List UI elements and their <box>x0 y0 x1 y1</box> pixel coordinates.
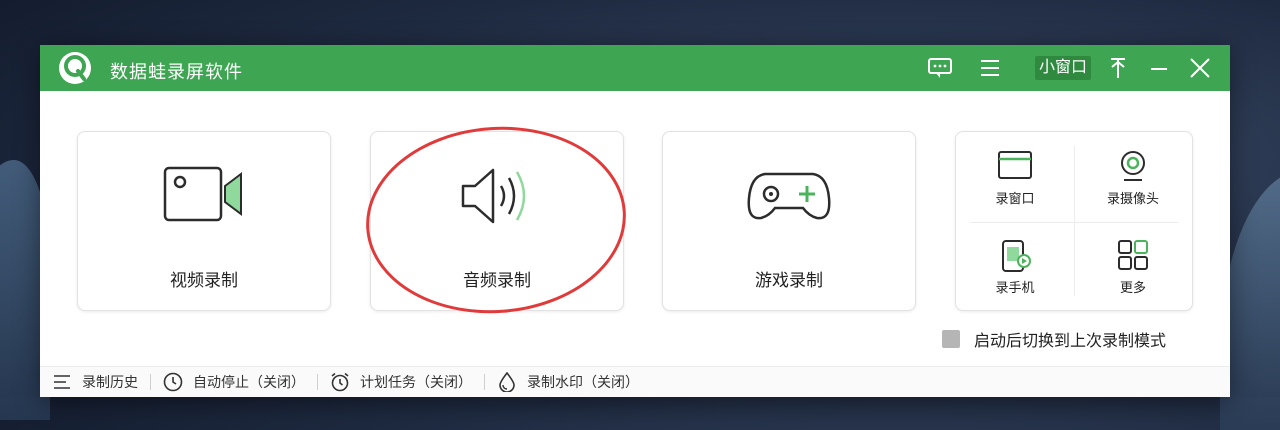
watermark-button[interactable]: 录制水印（关闭） <box>497 372 639 392</box>
chat-icon <box>928 58 952 78</box>
close-button[interactable] <box>1186 54 1214 82</box>
window-icon <box>998 151 1032 179</box>
divider <box>317 374 318 390</box>
record-window-label: 录窗口 <box>995 191 1035 206</box>
app-title: 数据蛙录屏软件 <box>110 62 243 82</box>
record-history-button[interactable]: 录制历史 <box>52 372 138 392</box>
record-history-label: 录制历史 <box>82 374 138 390</box>
scheduled-task-label: 计划任务（关闭） <box>360 374 472 390</box>
record-phone-label: 录手机 <box>995 280 1035 295</box>
record-window-button[interactable]: 录窗口 <box>956 132 1074 221</box>
watermark-label: 录制水印（关闭） <box>527 374 639 390</box>
phone-icon <box>1002 240 1031 272</box>
restore-last-mode-label: 启动后切换到上次录制模式 <box>974 333 1167 350</box>
audio-record-card[interactable]: 音频录制 <box>370 131 624 311</box>
minimize-icon <box>1151 68 1167 70</box>
record-phone-button[interactable]: 录手机 <box>956 221 1074 310</box>
alarm-icon <box>331 372 349 392</box>
divider <box>150 374 151 390</box>
drop-icon <box>499 372 515 392</box>
app-logo-icon <box>59 52 91 84</box>
extra-modes-panel: 录窗口 录摄像头 录手机 更多 <box>955 131 1193 311</box>
divider <box>484 374 485 390</box>
restore-last-mode-option: 启动后切换到上次录制模式 <box>942 327 1166 351</box>
feedback-button[interactable] <box>926 54 954 82</box>
pin-button[interactable] <box>1106 54 1130 82</box>
app-window: 数据蛙录屏软件 小窗口 视频录制 音频录制 游戏录制 录窗口 录摄像头 录手机 … <box>40 45 1230 397</box>
webcam-icon <box>1121 151 1145 181</box>
mini-window-button[interactable]: 小窗口 <box>1035 56 1092 80</box>
close-icon <box>1190 58 1210 78</box>
auto-stop-button[interactable]: 自动停止（关闭） <box>163 372 305 392</box>
gamepad-icon <box>747 172 831 220</box>
record-webcam-label: 录摄像头 <box>1106 191 1159 206</box>
video-camera-icon <box>163 166 242 222</box>
hamburger-menu-icon <box>981 60 999 76</box>
list-icon <box>54 375 70 389</box>
auto-stop-label: 自动停止（关闭） <box>193 374 305 390</box>
video-record-card[interactable]: 视频录制 <box>77 131 331 311</box>
more-modes-button[interactable]: 更多 <box>1074 221 1192 310</box>
video-record-label: 视频录制 <box>170 271 238 290</box>
menu-button[interactable] <box>976 54 1004 82</box>
more-modes-label: 更多 <box>1119 280 1146 295</box>
audio-record-label: 音频录制 <box>463 271 531 290</box>
restore-last-mode-checkbox[interactable] <box>942 330 960 348</box>
clock-icon <box>163 372 183 392</box>
title-bar: 数据蛙录屏软件 小窗口 <box>40 45 1230 91</box>
minimize-button[interactable] <box>1146 54 1172 82</box>
game-record-card[interactable]: 游戏录制 <box>662 131 916 311</box>
footer-bar: 录制历史 自动停止（关闭） 计划任务（关闭） 录制水印（关闭） <box>40 366 1230 397</box>
pin-icon <box>1111 58 1125 78</box>
grid-icon <box>1118 240 1148 270</box>
game-record-label: 游戏录制 <box>755 271 823 290</box>
speaker-icon <box>461 168 526 224</box>
mode-cards: 视频录制 音频录制 游戏录制 录窗口 录摄像头 录手机 更多 <box>40 131 1230 311</box>
scheduled-task-button[interactable]: 计划任务（关闭） <box>330 372 472 392</box>
record-webcam-button[interactable]: 录摄像头 <box>1074 132 1192 221</box>
